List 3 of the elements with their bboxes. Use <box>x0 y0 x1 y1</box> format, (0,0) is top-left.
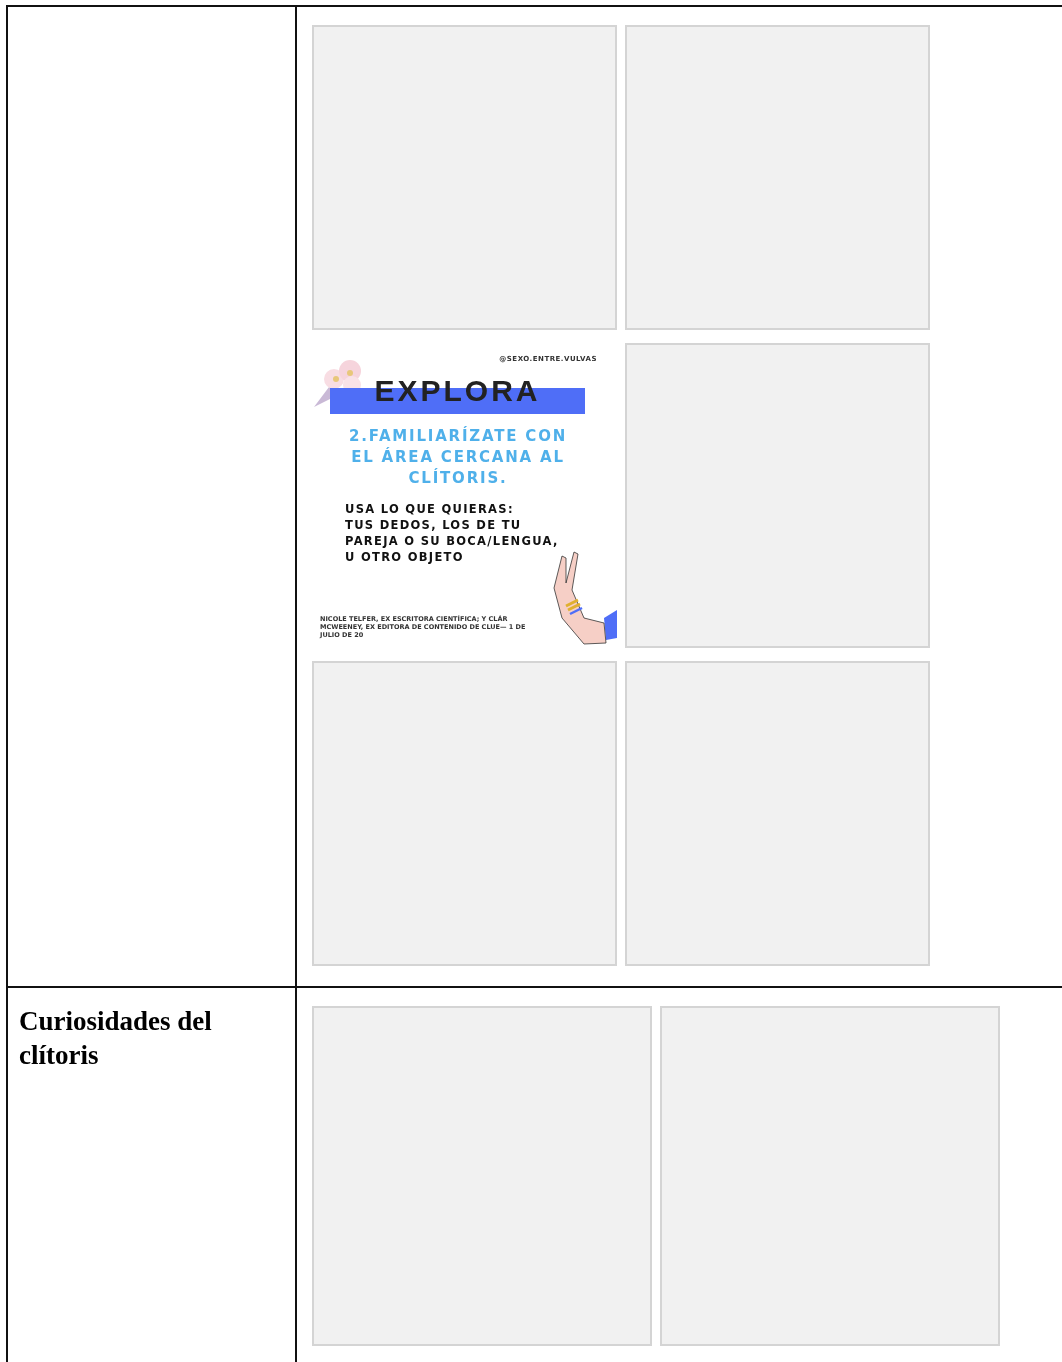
infographic-subtitle: 2.FAMILIARÍZATE CON EL ÁREA CERCANA AL CLÍTORIS. <box>347 426 569 489</box>
infographic-body: USA LO QUE QUIERAS: TUS DEDOS, LOS DE TU PAREJA O SU BOCA/LENGUA, U OTRO OBJETO <box>345 501 559 565</box>
row-heading: Curiosidades del clítoris <box>19 1005 213 1072</box>
